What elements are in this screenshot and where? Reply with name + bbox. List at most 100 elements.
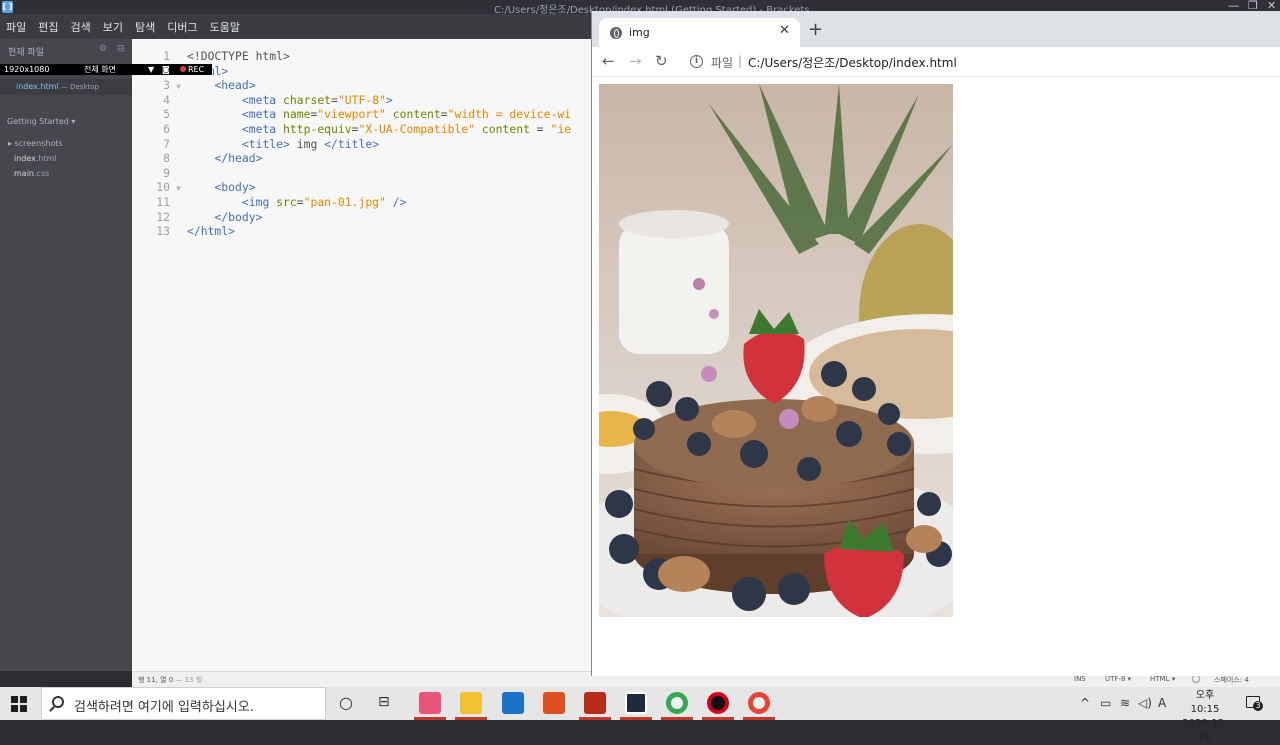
forward-icon[interactable]: → — [629, 52, 642, 70]
encoding-select[interactable]: UTF-8 ▾ — [1105, 675, 1131, 683]
cursor-position: 행 11, 열 0 — [138, 676, 174, 684]
code-line[interactable]: 11 <img src="pan-01.jpg" /> — [132, 195, 571, 210]
windows-start-icon[interactable] — [11, 696, 27, 712]
windows-taskbar: 검색하려면 여기에 입력하십시오. ○ ⊟ ^ ▭ ≋ ◁) A 오후 10:1… — [0, 687, 1280, 743]
indent-setting[interactable]: 스페이스: 4 — [1214, 675, 1249, 685]
line-number: 6 — [163, 121, 170, 136]
code-editor[interactable]: 1<!DOCTYPE html>2▼<html>3▼ <head>4 <meta… — [132, 39, 592, 671]
filezilla-icon[interactable] — [584, 692, 606, 714]
code-token: <meta — [241, 121, 284, 136]
code-line[interactable]: 8 </head> — [132, 151, 571, 166]
new-tab-button[interactable]: + — [808, 21, 823, 39]
menu-help[interactable]: 도움말 — [210, 19, 240, 35]
line-count: — 13 행 — [173, 676, 203, 684]
tab-img[interactable]: img ✕ — [599, 18, 800, 47]
linter-status-icon[interactable] — [1192, 675, 1200, 683]
code-token: "X-UA-Compatible" — [358, 121, 476, 136]
menu-edit[interactable]: 편집 — [38, 19, 58, 35]
code-token: <head> — [214, 78, 256, 93]
reload-icon[interactable]: ↻ — [655, 52, 668, 70]
code-line[interactable]: 6 <meta http-equiv = "X-UA-Compatible" con… — [132, 122, 571, 137]
info-icon[interactable]: i — [690, 55, 703, 68]
code-line[interactable]: 7 <title> img </title> — [132, 137, 571, 152]
chevron-down-icon[interactable]: ▼ — [148, 64, 154, 75]
language-select[interactable]: HTML ▾ — [1150, 675, 1175, 683]
tree-file-index[interactable]: index.html — [8, 154, 63, 169]
menu-bar: 파일 편집 검색 보기 탐색 디버그 도움말 — [0, 14, 592, 39]
menu-navigate[interactable]: 탐색 — [135, 19, 155, 35]
code-line[interactable]: 5 <meta name="viewport" content="width =… — [132, 107, 571, 122]
wifi-icon[interactable]: ≋ — [1120, 696, 1130, 710]
gear-icon[interactable]: ⚙ — [99, 44, 107, 54]
code-token: > — [385, 92, 393, 107]
code-token: = — [440, 107, 448, 122]
tree-folder-screenshots[interactable]: ▸ screenshots — [8, 139, 63, 154]
menu-view[interactable]: 보기 — [103, 19, 123, 35]
kakaotalk-app-icon[interactable] — [419, 692, 441, 714]
chrome-icon[interactable] — [666, 692, 688, 714]
url-scheme-label[interactable]: 파일 — [711, 54, 733, 71]
code-token: "pan-01.jpg" — [303, 194, 386, 209]
code-token: <!DOCTYPE html> — [187, 49, 290, 63]
code-line[interactable]: 12 </body> — [132, 210, 571, 225]
page-viewport — [592, 78, 1280, 676]
clock-date: 2020-12-28 — [1182, 718, 1228, 743]
chevron-up-icon[interactable]: ^ — [1080, 696, 1090, 710]
code-line[interactable]: 3 ▼ <head> — [132, 78, 571, 93]
menu-file[interactable]: 파일 — [6, 19, 26, 35]
ins-indicator[interactable]: INS — [1074, 675, 1086, 683]
task-view-icon[interactable]: ⊟ — [378, 694, 390, 710]
mail-icon[interactable] — [502, 692, 524, 714]
cortana-icon[interactable]: ○ — [339, 693, 353, 712]
line-number: 7 — [163, 136, 170, 151]
volume-icon[interactable]: ◁) — [1138, 696, 1152, 710]
chrome-alt-icon[interactable] — [748, 692, 770, 714]
code-token: "width = device-wi — [447, 107, 572, 122]
tab-title: img — [629, 26, 650, 39]
record-dot-icon[interactable] — [180, 66, 186, 72]
code-token: http-equiv — [283, 121, 352, 136]
taskbar-clock[interactable]: 오후 10:15 2020-12-28 — [1180, 689, 1230, 745]
camera-icon[interactable]: ◙ — [162, 64, 170, 75]
file-tree: ▸ screenshots index.html main.css — [8, 139, 63, 184]
tree-file-main[interactable]: main.css — [8, 169, 63, 184]
close-tab-icon[interactable]: ✕ — [779, 23, 790, 38]
address-bar[interactable]: C:/Users/정은조/Desktop/index.html — [748, 54, 957, 71]
brackets-taskbar-icon[interactable] — [625, 692, 647, 714]
clock-time: 10:15 — [1190, 704, 1220, 715]
project-dropdown[interactable]: Getting Started ▾ — [7, 117, 75, 126]
search-icon — [52, 696, 64, 708]
battery-icon[interactable]: ▭ — [1100, 696, 1111, 710]
file-explorer-icon[interactable] — [460, 692, 482, 714]
code-line[interactable]: 10 ▼ <body> — [132, 180, 571, 195]
code-line[interactable]: 4 <meta charset="UTF-8"> — [132, 93, 571, 108]
code-line[interactable]: 1 <!DOCTYPE html> — [132, 49, 571, 64]
menu-find[interactable]: 검색 — [71, 19, 91, 35]
taskbar-search[interactable]: 검색하려면 여기에 입력하십시오. — [41, 687, 326, 720]
code-token: "viewport" — [317, 107, 386, 122]
code-line[interactable]: 13 </html> — [132, 224, 571, 239]
back-icon[interactable]: ← — [602, 52, 615, 70]
office-icon[interactable] — [543, 692, 565, 714]
code-token: <img — [241, 194, 277, 209]
tree-file-ext: .css — [34, 169, 50, 178]
line-number: 4 — [163, 92, 170, 107]
code-token: </head> — [214, 151, 263, 166]
working-file-item[interactable]: index.html — Desktop — [0, 79, 132, 95]
split-view-icon[interactable]: ⊟ — [117, 44, 125, 54]
menu-debug[interactable]: 디버그 — [167, 19, 197, 35]
recorder-app-icon[interactable] — [707, 692, 729, 714]
code-token: charset — [283, 92, 332, 107]
recorder-mode[interactable]: 전체 화면 — [84, 64, 116, 75]
ime-icon[interactable]: A — [1158, 696, 1166, 710]
recorder-resolution[interactable]: 1920x1080 — [4, 64, 49, 75]
code-lines[interactable]: 1<!DOCTYPE html>2▼<html>3▼ <head>4 <meta… — [132, 49, 571, 239]
rec-label[interactable]: REC — [188, 64, 204, 75]
code-line[interactable]: 9 — [132, 166, 571, 181]
working-file-name: index.html — [16, 82, 59, 91]
pancake-image — [599, 84, 953, 617]
